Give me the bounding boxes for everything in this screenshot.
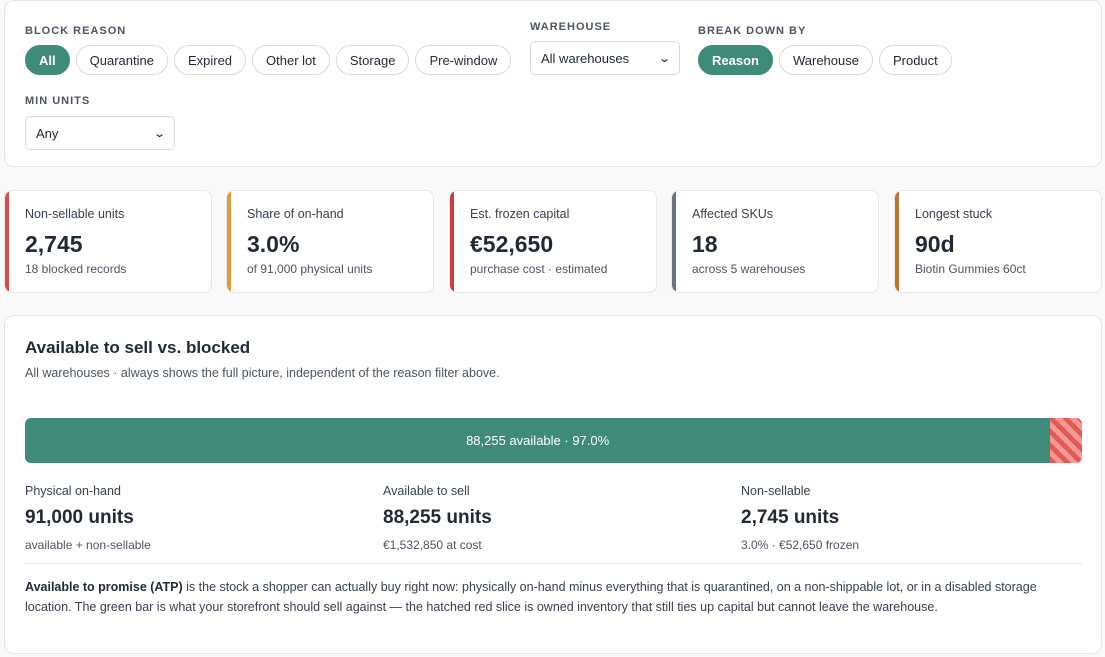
kpi-subtext: purchase cost · estimated (470, 262, 608, 276)
warehouse-label: WAREHOUSE (530, 21, 612, 33)
kpi-subtext: Biotin Gummies 60ct (915, 262, 1026, 276)
atp-panel: Available to sell vs. blocked All wareho… (4, 315, 1102, 654)
chevron-down-icon: ⌄ (657, 52, 671, 65)
stat-value: 88,255 units (383, 507, 492, 528)
kpi-value: €52,650 (470, 231, 554, 257)
stat-non-sellable: Non-sellable 2,745 units 3.0% · €52,650 … (741, 484, 859, 552)
kpi-accent-bar (895, 191, 899, 292)
chip-all[interactable]: All (25, 45, 70, 75)
blocked-segment (1050, 418, 1082, 463)
kpi-value: 3.0% (247, 231, 300, 257)
kpi-accent-bar (227, 191, 231, 292)
divider (25, 563, 1082, 564)
chip-product[interactable]: Product (878, 45, 952, 75)
kpi-share-of-on-hand: Share of on-hand 3.0% of 91,000 physical… (226, 190, 434, 293)
filter-panel: BLOCK REASON All Quarantine Expired Othe… (4, 0, 1102, 167)
stat-label: Physical on-hand (25, 484, 121, 498)
kpi-affected-skus: Affected SKUs 18 across 5 warehouses (671, 190, 879, 293)
chip-other-lot[interactable]: Other lot (252, 45, 330, 75)
kpi-label: Affected SKUs (692, 207, 774, 221)
kpi-subtext: of 91,000 physical units (247, 262, 373, 276)
kpi-value: 90d (915, 231, 955, 257)
stat-subtext: available + non-sellable (25, 538, 151, 552)
stat-available-to-sell: Available to sell 88,255 units €1,532,85… (383, 484, 492, 552)
kpi-value: 2,745 (25, 231, 83, 257)
kpi-accent-bar (450, 191, 454, 292)
min-units-select[interactable]: Any ⌄ (25, 116, 175, 150)
block-reason-chips: All Quarantine Expired Other lot Storage… (25, 45, 512, 75)
chip-pre-window[interactable]: Pre-window (415, 45, 512, 75)
kpi-label: Longest stuck (915, 207, 993, 221)
atp-title: Available to sell vs. blocked (25, 338, 251, 357)
atp-subtitle: All warehouses · always shows the full p… (25, 366, 500, 380)
stat-subtext: €1,532,850 at cost (383, 538, 482, 552)
atp-explanation-term: Available to promise (ATP) (25, 580, 183, 594)
stat-value: 2,745 units (741, 507, 840, 528)
kpi-label: Share of on-hand (247, 207, 344, 221)
chip-quarantine[interactable]: Quarantine (75, 45, 168, 75)
kpi-label: Est. frozen capital (470, 207, 570, 221)
kpi-non-sellable-units: Non-sellable units 2,745 18 blocked reco… (4, 190, 212, 293)
stat-physical-on-hand: Physical on-hand 91,000 units available … (25, 484, 151, 552)
warehouse-select-value: All warehouses (541, 50, 630, 66)
stat-value: 91,000 units (25, 507, 134, 528)
min-units-select-value: Any (36, 125, 59, 141)
kpi-longest-stuck: Longest stuck 90d Biotin Gummies 60ct (894, 190, 1102, 293)
kpi-value: 18 (692, 231, 718, 257)
chevron-down-icon: ⌄ (152, 127, 166, 140)
kpi-subtext: across 5 warehouses (692, 262, 806, 276)
kpi-label: Non-sellable units (25, 207, 125, 221)
break-down-chips: Reason Warehouse Product (698, 45, 952, 75)
chip-storage[interactable]: Storage (335, 45, 410, 75)
stat-subtext: 3.0% · €52,650 frozen (741, 538, 860, 552)
warehouse-select[interactable]: All warehouses ⌄ (530, 41, 680, 75)
chip-expired[interactable]: Expired (173, 45, 247, 75)
kpi-accent-bar (5, 191, 9, 292)
kpi-accent-bar (672, 191, 676, 292)
stat-label: Available to sell (383, 484, 470, 498)
chip-warehouse[interactable]: Warehouse (778, 45, 873, 75)
atp-stacked-bar: 88,255 available · 97.0% (25, 418, 1082, 463)
stat-label: Non-sellable (741, 484, 811, 498)
available-segment-label: 88,255 available · 97.0% (466, 433, 610, 448)
kpi-frozen-capital: Est. frozen capital €52,650 purchase cos… (449, 190, 657, 293)
chip-reason[interactable]: Reason (698, 45, 773, 75)
block-reason-label: BLOCK REASON (25, 25, 127, 37)
break-down-by-label: BREAK DOWN BY (698, 25, 807, 37)
kpi-subtext: 18 blocked records (25, 262, 127, 276)
min-units-label: MIN UNITS (25, 95, 91, 107)
available-segment: 88,255 available · 97.0% (25, 418, 1051, 463)
atp-explanation: Available to promise (ATP) is the stock … (25, 577, 1075, 617)
